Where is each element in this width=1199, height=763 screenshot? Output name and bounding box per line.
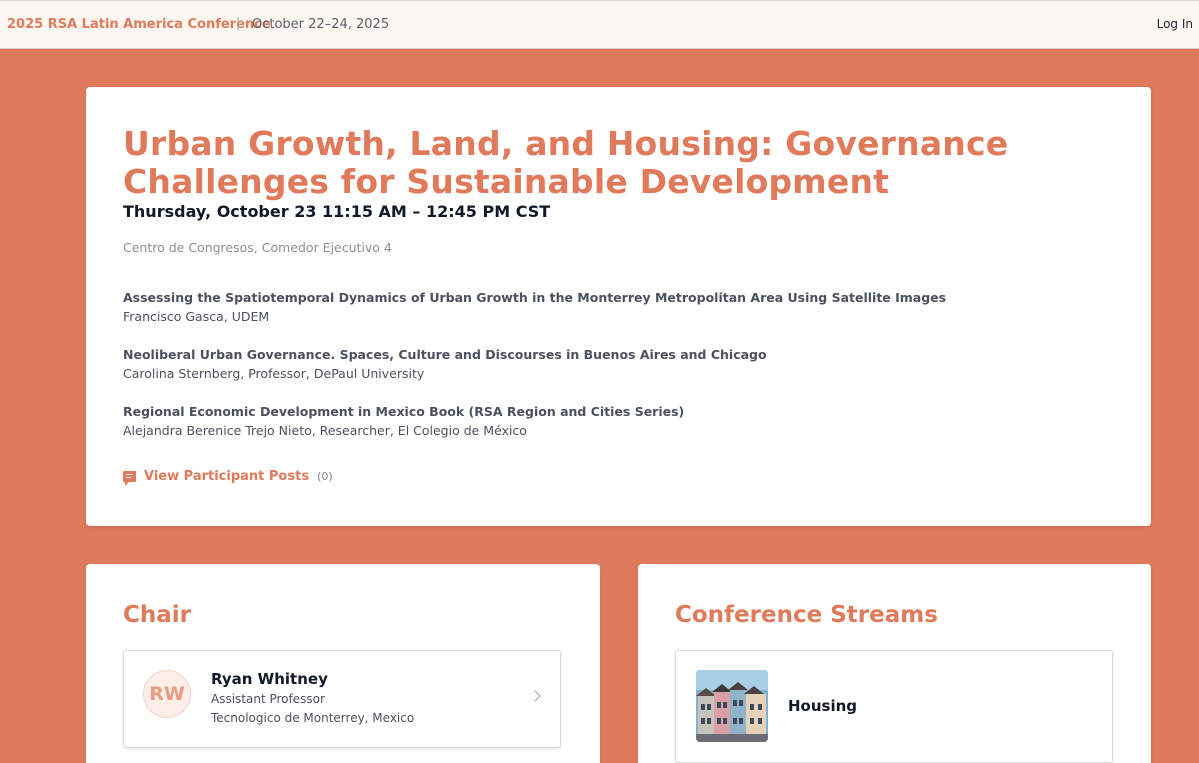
streams-heading: Conference Streams <box>675 602 938 628</box>
conference-dates: October 22–24, 2025 <box>252 17 390 32</box>
chair-person-card[interactable]: RW Ryan Whitney Assistant Professor Tecn… <box>123 650 561 748</box>
chair-heading: Chair <box>123 602 192 628</box>
person-organization: Tecnologico de Monterrey, Mexico <box>211 711 415 725</box>
top-bar: 2025 RSA Latin America Conference | Octo… <box>0 0 1199 49</box>
person-role: Assistant Professor <box>211 692 325 706</box>
housing-thumbnail <box>696 670 768 742</box>
comment-icon <box>123 471 136 486</box>
view-participant-posts-link[interactable]: View Participant Posts (0) <box>123 469 333 486</box>
login-link[interactable]: Log In <box>1157 17 1193 31</box>
session-title: Urban Growth, Land, and Housing: Governa… <box>123 124 1009 201</box>
paper-author: Alejandra Berenice Trejo Nieto, Research… <box>123 423 527 438</box>
posts-count: (0) <box>317 470 333 483</box>
person-name: Ryan Whitney <box>211 670 328 688</box>
paper-item: Neoliberal Urban Governance. Spaces, Cul… <box>123 345 1103 383</box>
session-room: Centro de Congresos, Comedor Ejecutivo 4 <box>123 240 392 255</box>
paper-item: Regional Economic Development in Mexico … <box>123 402 1103 440</box>
paper-author: Carolina Sternberg, Professor, DePaul Un… <box>123 366 425 381</box>
chevron-right-icon <box>529 690 541 702</box>
posts-label: View Participant Posts <box>144 469 310 484</box>
paper-item: Assessing the Spatiotemporal Dynamics of… <box>123 288 1103 326</box>
session-card: Urban Growth, Land, and Housing: Governa… <box>86 87 1151 526</box>
session-time: Thursday, October 23 11:15 AM – 12:45 PM… <box>123 202 551 221</box>
streams-card: Conference Streams Housing <box>638 564 1151 763</box>
paper-title[interactable]: Regional Economic Development in Mexico … <box>123 402 1103 421</box>
header-separator: | <box>236 16 241 31</box>
paper-title[interactable]: Assessing the Spatiotemporal Dynamics of… <box>123 288 1103 307</box>
stream-label: Housing <box>788 697 858 715</box>
stream-item-housing[interactable]: Housing <box>675 650 1113 763</box>
avatar: RW <box>143 670 191 718</box>
chair-card: Chair RW Ryan Whitney Assistant Professo… <box>86 564 600 763</box>
paper-title[interactable]: Neoliberal Urban Governance. Spaces, Cul… <box>123 345 1103 364</box>
conference-title-link[interactable]: 2025 RSA Latin America Conference <box>7 17 271 32</box>
paper-author: Francisco Gasca, UDEM <box>123 309 270 324</box>
